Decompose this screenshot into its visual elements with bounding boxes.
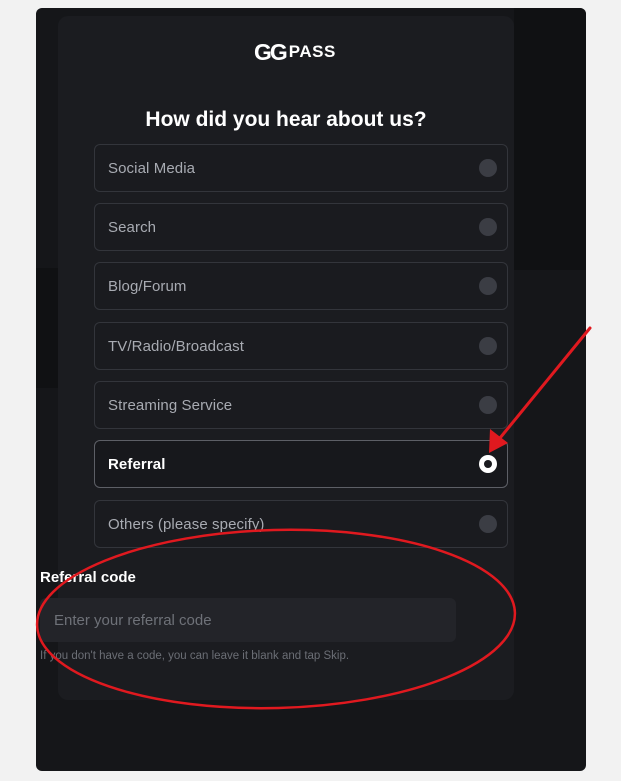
background-panel: [514, 8, 586, 270]
radio-unselected-icon[interactable]: [479, 218, 497, 236]
option-label: Referral: [108, 455, 166, 473]
logo-mark: GG: [254, 39, 288, 65]
background-panel: [36, 268, 58, 388]
referral-code-input[interactable]: [40, 598, 456, 642]
page-title: How did you hear about us?: [145, 108, 427, 131]
ggpass-logo: GG PASS: [254, 40, 336, 64]
option-tv-radio-broadcast[interactable]: TV/Radio/Broadcast: [94, 322, 508, 370]
radio-unselected-icon[interactable]: [479, 396, 497, 414]
radio-unselected-icon[interactable]: [479, 515, 497, 533]
radio-unselected-icon[interactable]: [479, 277, 497, 295]
option-streaming-service[interactable]: Streaming Service: [94, 381, 508, 429]
referral-hint-text: If you don't have a code, you can leave …: [40, 650, 350, 662]
referral-code-label: Referral code: [40, 569, 136, 586]
radio-unselected-icon[interactable]: [479, 159, 497, 177]
option-search[interactable]: Search: [94, 203, 508, 251]
option-blog-forum[interactable]: Blog/Forum: [94, 262, 508, 310]
option-referral[interactable]: Referral: [94, 440, 508, 488]
option-label: Search: [108, 218, 157, 236]
radio-selected-icon[interactable]: [479, 455, 497, 473]
option-others[interactable]: Others (please specify): [94, 500, 508, 548]
option-label: Social Media: [108, 159, 196, 177]
option-label: Others (please specify): [108, 515, 265, 533]
option-label: Streaming Service: [108, 396, 233, 414]
logo-word: PASS: [288, 42, 336, 61]
radio-unselected-icon[interactable]: [479, 337, 497, 355]
option-social-media[interactable]: Social Media: [94, 144, 508, 192]
option-label: Blog/Forum: [108, 277, 187, 295]
option-label: TV/Radio/Broadcast: [108, 337, 245, 355]
